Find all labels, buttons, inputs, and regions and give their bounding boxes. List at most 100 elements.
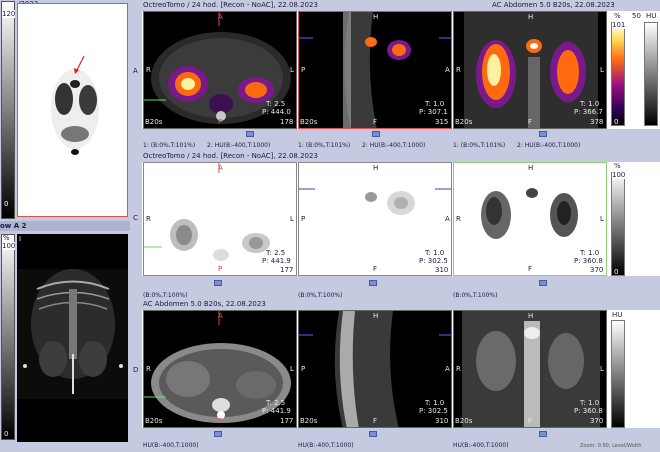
row3-v1-corner: B20s	[145, 417, 163, 425]
row3-v2-num: 310	[435, 417, 449, 425]
row2-v1-t: T: 2.5	[266, 249, 286, 257]
row1-v1-num: 178	[280, 118, 294, 126]
row1-v1-corner: B20s	[145, 118, 163, 126]
row1-scale-unit-right: HU	[646, 12, 657, 20]
mip-projection-viewport[interactable]	[17, 3, 128, 217]
row1-hu-colorbar[interactable]	[644, 22, 658, 126]
row2-footer-3: (B:0%,T:100%)	[453, 292, 498, 299]
row1-footer-1: 1: (B:0%,T:101%)	[143, 142, 196, 149]
mip-scale-bar	[1, 1, 15, 219]
mip-scale-bottom-label: 0	[4, 200, 9, 208]
row1-v1-bottom: P	[218, 118, 223, 126]
row3-header: AC Abdomen 5.0 B20s, 22.08.2023	[143, 300, 266, 308]
row2-v3-top: H	[528, 164, 534, 172]
row2-v2-top: H	[373, 164, 379, 172]
row3-v3-left: R	[456, 365, 461, 373]
row3-v3-num: 370	[590, 417, 604, 425]
row1-sagittal-fused-viewport[interactable]: H F P A T: 1.0 P: 307.1 315 B20s	[298, 11, 452, 129]
row3-v3-top: H	[528, 312, 534, 320]
row3-v2-top: H	[373, 312, 379, 320]
row2-v2-left: P	[301, 215, 306, 223]
row3-v3-slice-slider[interactable]	[539, 431, 547, 437]
left-bottom-scale-bottom: 0	[4, 430, 9, 438]
row3-hu-colorbar[interactable]	[611, 320, 625, 428]
row3-axial-ct-viewport[interactable]: A P R L T: 2.5 P: 441.9 177 B20s	[143, 310, 297, 428]
row3-v1-right: L	[290, 365, 294, 373]
row1-v1-p: P: 444.0	[262, 108, 291, 116]
side-letter-row2: C	[133, 214, 138, 222]
row3-v2-corner: B20s	[300, 417, 318, 425]
row3-v2-p: P: 302.5	[419, 407, 448, 415]
row2-v3-t: T: 1.0	[580, 249, 600, 257]
row2-v2-right: A	[445, 215, 450, 223]
row1-axial-fused-viewport[interactable]: A P R L T: 2.5 P: 444.0 178 B20s	[143, 11, 297, 129]
row2-v2-bottom: F	[373, 265, 378, 273]
row3-v2-left: P	[301, 365, 306, 373]
row1-pet-colorbar[interactable]	[611, 22, 625, 126]
row2-v1-slice-slider[interactable]	[214, 280, 222, 286]
mip-body-image	[51, 55, 99, 155]
row2-v1-bottom: P	[218, 265, 223, 273]
row1-v3-left: R	[456, 66, 461, 74]
row2-header: OctreoTomo / 24 hod. [Recon - NoAC], 22.…	[143, 152, 318, 160]
row1-v2-slice-slider[interactable]	[372, 131, 380, 137]
row1-v3-num: 378	[590, 118, 604, 126]
row1-v2-t: T: 1.0	[425, 100, 445, 108]
row3-scale-unit: HU	[612, 311, 623, 319]
row3-v1-num: 177	[280, 417, 294, 425]
row3-v2-t: T: 1.0	[425, 399, 445, 407]
row2-v1-top: A	[218, 164, 223, 172]
row2-coronal-pet-viewport[interactable]: H F R L T: 1.0 P: 360.8 370	[453, 162, 607, 276]
row3-footer-1: HU(B:-400,T:1000)	[143, 442, 199, 449]
row3-v3-bottom: F	[528, 417, 533, 425]
row1-v1-right: L	[290, 66, 294, 74]
row3-v1-slice-slider[interactable]	[214, 431, 222, 437]
row2-footer-1: (B:0%,T:100%)	[143, 292, 188, 299]
row1-coronal-fused-viewport[interactable]: H F R L T: 1.0 P: 366.7 378 B20s	[453, 11, 607, 129]
row1-header-left: OctreoTomo / 24 hod. [Recon - NoAC], 22.…	[143, 1, 318, 9]
row2-v3-bottom: F	[528, 265, 533, 273]
row3-v1-bottom: P	[218, 417, 223, 425]
row3-v1-t: T: 2.5	[266, 399, 286, 407]
row3-v1-p: P: 441.9	[262, 407, 291, 415]
row2-pet-colorbar[interactable]	[611, 172, 625, 276]
row1-v1-t: T: 2.5	[266, 100, 286, 108]
mip-scale-top-label: 120	[2, 10, 16, 18]
row1-v3-t: T: 1.0	[580, 100, 600, 108]
row1-v3-top: H	[528, 13, 534, 21]
row3-v3-t: T: 1.0	[580, 399, 600, 407]
row3-v3-corner: B20s	[455, 417, 473, 425]
row1-v3-slice-slider[interactable]	[539, 131, 547, 137]
row1-v2-num: 315	[435, 118, 449, 126]
coronal-ct-overview-image	[17, 269, 128, 399]
status-text: Zoom: 0.90; Level/Width	[580, 443, 642, 449]
row3-footer-2: HU(B:-400,T:1000)	[298, 442, 354, 449]
row1-v2-top: H	[373, 13, 379, 21]
row2-v2-slice-slider[interactable]	[369, 280, 377, 286]
row1-v2-right: A	[445, 66, 450, 74]
row2-v2-t: T: 1.0	[425, 249, 445, 257]
row2-scale-bottom: 0	[614, 268, 619, 276]
row2-footer-2: (B:0%,T:100%)	[298, 292, 343, 299]
row2-scale-unit: %	[614, 162, 621, 170]
row1-footer-4: 2: HU(B:-400,T:1000)	[362, 142, 426, 149]
row2-v2-num: 310	[435, 266, 449, 274]
row1-v2-corner: B20s	[300, 118, 318, 126]
row2-axial-pet-viewport[interactable]: A P R L T: 2.5 P: 441.9 177	[143, 162, 297, 276]
row1-scale-top-mid: 50	[632, 12, 641, 20]
row3-v3-right: L	[600, 365, 604, 373]
row3-footer-3: HU(B:-400,T:1000)	[453, 442, 509, 449]
coronal-ct-overview-viewport[interactable]: I	[17, 234, 128, 442]
row2-v3-p: P: 360.8	[574, 257, 603, 265]
row2-v3-slice-slider[interactable]	[539, 280, 547, 286]
row1-v2-left: P	[301, 66, 306, 74]
row1-footer-6: 2: HU(B:-400,T:1000)	[517, 142, 581, 149]
row3-sagittal-ct-viewport[interactable]: H F P A T: 1.0 P: 302.5 310 B20s	[298, 310, 452, 428]
row2-sagittal-pet-viewport[interactable]: H F P A T: 1.0 P: 302.5 310	[298, 162, 452, 276]
row1-scale-top-left: 101	[612, 21, 626, 29]
row1-v1-slice-slider[interactable]	[246, 131, 254, 137]
row3-v2-slice-slider[interactable]	[369, 431, 377, 437]
row1-v1-top: A	[218, 13, 223, 21]
row1-footer-3: 1: (B:0%,T:101%)	[298, 142, 351, 149]
row3-coronal-ct-viewport[interactable]: H F R L T: 1.0 P: 360.8 370 B20s	[453, 310, 607, 428]
